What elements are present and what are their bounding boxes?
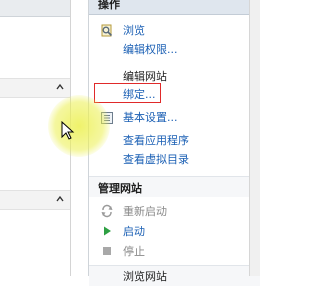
browse-icon[interactable]: [100, 24, 114, 38]
edit-site-section-title: 编辑网站: [123, 70, 167, 83]
start-icon[interactable]: [100, 224, 114, 238]
cursor-highlight: [48, 95, 110, 157]
collapse-up-icon[interactable]: [55, 82, 65, 92]
stop-icon: [100, 244, 114, 258]
manage-site-section-title: 管理网站: [98, 182, 142, 195]
basic-settings-link[interactable]: 基本设置...: [123, 111, 178, 125]
actions-pane: 操作 浏览 编辑权限... 编辑网站 绑定... 基本设置... 查看应用程序 …: [88, 0, 260, 286]
bindings-highlight: [94, 83, 161, 103]
restart-icon: [100, 204, 114, 218]
view-applications-link[interactable]: 查看应用程序: [123, 134, 189, 148]
actions-pane-header: 操作: [89, 0, 260, 15]
stop-link[interactable]: 停止: [123, 245, 145, 259]
start-link[interactable]: 启动: [123, 225, 145, 239]
view-virtual-directories-link[interactable]: 查看虚拟目录: [123, 153, 189, 167]
left-pane-header: [0, 0, 70, 17]
browse-link[interactable]: 浏览: [123, 24, 145, 38]
actions-pane-title: 操作: [98, 0, 120, 11]
edit-permissions-link[interactable]: 编辑权限...: [123, 43, 178, 57]
collapse-up-icon[interactable]: [55, 194, 65, 204]
mouse-pointer-icon: [61, 120, 75, 141]
restart-link[interactable]: 重新启动: [123, 205, 167, 219]
browse-site-section-title: 浏览网站: [123, 270, 167, 283]
right-scroll-edge: [249, 0, 260, 276]
